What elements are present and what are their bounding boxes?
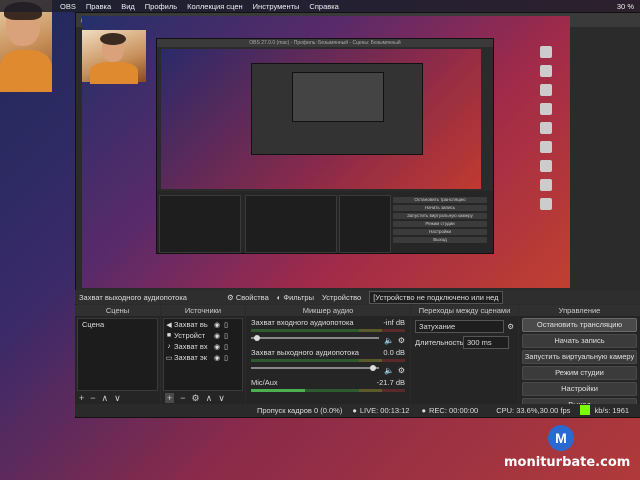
mute-speaker-icon[interactable]: 🔈 <box>384 336 394 345</box>
remove-scene-button[interactable]: − <box>90 393 95 403</box>
audio-mixer-dock: Микшер аудио Захват входного аудиопотока… <box>246 305 410 405</box>
visibility-eye-icon[interactable]: ◉ <box>214 321 220 329</box>
preview-webcam <box>82 30 146 84</box>
scene-item[interactable]: Сцена <box>78 319 157 330</box>
rec-time: REC: 00:00:00 <box>429 405 479 415</box>
menu-edit[interactable]: Правка <box>86 2 111 11</box>
selected-source-name: Захват выходного аудиопотока <box>79 292 187 302</box>
camera-icon: ■ <box>166 332 172 339</box>
filters-button[interactable]: ◐ Фильтры <box>277 293 314 302</box>
source-item[interactable]: ◀ Захват вь ◉ ▯ <box>164 319 242 330</box>
add-source-button[interactable]: + <box>165 393 175 403</box>
transitions-dock: Переходы между сценами Затухание ⚙ Длите… <box>411 305 518 405</box>
lock-icon[interactable]: ▯ <box>224 343 228 351</box>
level-meter <box>251 389 405 392</box>
source-item[interactable]: ♪ Захват вх ◉ ▯ <box>164 341 242 352</box>
duration-input[interactable]: 300 ms <box>463 335 509 349</box>
mixer-title: Микшер аудио <box>246 305 410 316</box>
start-virtual-camera-button[interactable]: Запустить виртуальную камеру <box>522 350 637 364</box>
move-down-icon[interactable]: ∨ <box>218 393 225 403</box>
bitrate: kb/s: 1961 <box>594 405 630 415</box>
mixer-channel: Захват выходного аудиопотока 0.0 dB 🔈 ⚙ <box>251 348 405 375</box>
menu-scene-collection[interactable]: Коллекция сцен <box>187 2 243 11</box>
level-meter <box>251 329 405 332</box>
level-meter <box>251 359 405 362</box>
mute-speaker-icon[interactable]: 🔈 <box>384 366 394 375</box>
gear-icon[interactable]: ⚙ <box>398 336 405 345</box>
stop-streaming-button[interactable]: Остановить трансляцию <box>522 318 637 332</box>
device-label: Устройство <box>321 292 362 302</box>
remove-source-button[interactable]: − <box>180 393 185 403</box>
visibility-eye-icon[interactable]: ◉ <box>214 343 220 351</box>
mic-icon: ♪ <box>167 343 171 350</box>
menu-view[interactable]: Вид <box>121 2 135 11</box>
desktop-icons <box>536 46 556 217</box>
watermark-text: moniturbate.com <box>504 455 631 470</box>
sources-title: Источники <box>161 305 245 316</box>
scenes-title: Сцены <box>75 305 160 316</box>
battery-indicator: 30 % <box>616 1 634 11</box>
source-settings-icon[interactable]: ⚙ <box>192 393 200 403</box>
visibility-eye-icon[interactable]: ◉ <box>214 354 220 362</box>
live-time: LIVE: 00:13:12 <box>359 405 410 415</box>
cpu-fps: CPU: 33.6%,30.00 fps <box>496 405 571 415</box>
device-select[interactable]: [Устройство не подключено или нед <box>369 290 503 304</box>
mixer-channel: Захват входного аудиопотока -inf dB 🔈 ⚙ <box>251 318 405 345</box>
gear-icon[interactable]: ⚙ <box>398 366 405 375</box>
nested-title: OBS 27.0.0 (mac) - Профиль: Безымянный -… <box>157 39 493 47</box>
sources-list: ◀ Захват вь ◉ ▯ ■ Устройст ◉ ▯ ♪ Захват … <box>163 318 243 391</box>
scenes-list: Сцена <box>77 318 158 391</box>
move-down-icon[interactable]: ∨ <box>114 393 121 403</box>
studio-mode-button[interactable]: Режим студии <box>522 366 637 380</box>
lock-icon[interactable]: ▯ <box>224 321 228 329</box>
dropped-frames: Пропуск кадров 0 (0.0%) <box>257 405 343 415</box>
add-scene-button[interactable]: + <box>79 393 84 403</box>
duration-label: Длительность <box>415 337 464 347</box>
visibility-eye-icon[interactable]: ◉ <box>214 332 220 340</box>
controls-dock: Управление Остановить трансляцию Начать … <box>519 305 640 412</box>
menu-tools[interactable]: Инструменты <box>253 2 300 11</box>
source-toolbar: Захват выходного аудиопотока ⚙ Свойства … <box>75 290 640 304</box>
start-recording-button[interactable]: Начать запись <box>522 334 637 348</box>
scenes-dock: Сцены Сцена + − ∧ ∨ <box>75 305 160 405</box>
transition-settings-icon[interactable]: ⚙ <box>507 322 514 331</box>
macos-menubar: OBS Правка Вид Профиль Коллекция сцен Ин… <box>0 0 640 12</box>
volume-slider[interactable] <box>251 335 379 341</box>
move-up-icon[interactable]: ∧ <box>206 393 213 403</box>
move-up-icon[interactable]: ∧ <box>102 393 109 403</box>
health-square-icon <box>580 405 591 415</box>
sources-dock: Источники ◀ Захват вь ◉ ▯ ■ Устройст ◉ ▯… <box>161 305 245 405</box>
lock-icon[interactable]: ▯ <box>224 354 228 362</box>
volume-slider[interactable] <box>251 365 379 371</box>
source-item[interactable]: ▭ Захват эк ◉ ▯ <box>164 352 242 363</box>
preview-canvas[interactable]: OBS 27.0.0 (mac) - Профиль: Безымянный -… <box>82 16 570 288</box>
transitions-title: Переходы между сценами <box>411 305 518 316</box>
settings-button[interactable]: Настройки <box>522 382 637 396</box>
properties-button[interactable]: ⚙ Свойства <box>227 293 269 302</box>
menu-profile[interactable]: Профиль <box>145 2 177 11</box>
menu-obs[interactable]: OBS <box>60 2 76 11</box>
monitor-icon: ▭ <box>165 354 173 362</box>
webcam-overlay <box>0 0 52 92</box>
source-item[interactable]: ■ Устройст ◉ ▯ <box>164 330 242 341</box>
transition-select[interactable]: Затухание <box>415 319 505 333</box>
controls-title: Управление <box>519 305 640 316</box>
lock-icon[interactable]: ▯ <box>224 332 228 340</box>
status-bar: Пропуск кадров 0 (0.0%) ● LIVE: 00:13:12… <box>75 404 640 416</box>
mixer-channel: Mic/Aux -21.7 dB <box>248 377 408 407</box>
rec-indicator-icon: ● <box>421 405 427 415</box>
watermark-logo: M <box>548 425 574 451</box>
speaker-icon: ◀ <box>166 321 172 329</box>
nested-obs-capture: OBS 27.0.0 (mac) - Профиль: Безымянный -… <box>156 38 494 254</box>
menu-help[interactable]: Справка <box>309 2 338 11</box>
live-indicator-icon: ● <box>352 405 357 415</box>
